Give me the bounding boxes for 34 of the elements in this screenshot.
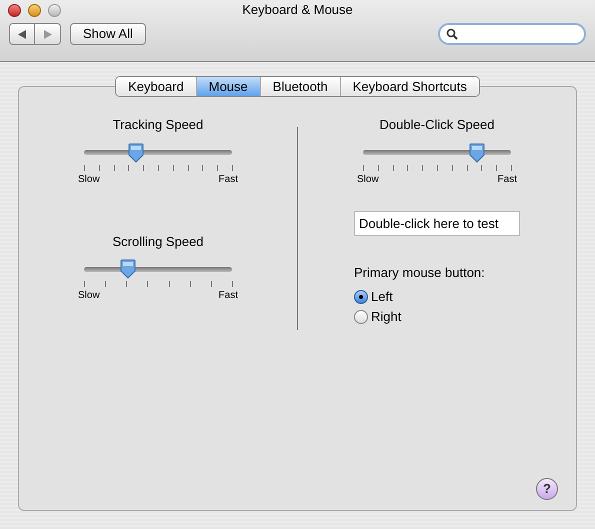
back-icon xyxy=(18,30,26,38)
help-button[interactable]: ? xyxy=(536,478,558,500)
slider-min-label: Slow xyxy=(78,172,100,186)
test-field[interactable]: Double-click here to test xyxy=(354,210,520,236)
tab[interactable]: Keyboard xyxy=(116,77,196,96)
tab[interactable]: Mouse xyxy=(196,77,260,96)
forward-button[interactable] xyxy=(35,23,61,45)
search-field[interactable] xyxy=(438,23,586,45)
slider-thumb[interactable] xyxy=(468,142,485,162)
slider-title: Scrolling Speed xyxy=(112,232,204,251)
minimize-button[interactable] xyxy=(28,4,41,16)
show-all-button[interactable]: Show All xyxy=(70,23,146,45)
slider-min-label: Slow xyxy=(78,289,100,303)
search-icon xyxy=(446,28,458,40)
slider-max-label: Fast xyxy=(498,172,517,186)
radio-label: Left xyxy=(371,288,393,306)
forward-icon xyxy=(44,30,52,38)
window-title: Keyboard & Mouse xyxy=(242,1,353,20)
slider-title: Double-Click Speed xyxy=(380,116,494,134)
radio-label: Right xyxy=(371,308,402,326)
slider-max-label: Fast xyxy=(218,172,238,186)
slider-max-label: Fast xyxy=(218,289,238,303)
close-button[interactable] xyxy=(8,4,21,16)
tab[interactable]: Keyboard Shortcuts xyxy=(340,77,479,96)
primary-button-label: Primary mouse button: xyxy=(354,264,486,282)
radio-button[interactable] xyxy=(354,310,368,324)
radio-button[interactable] xyxy=(354,290,368,304)
slider-thumb[interactable] xyxy=(128,142,144,162)
tab[interactable]: Bluetooth xyxy=(260,77,340,96)
slider-title: Tracking Speed xyxy=(112,116,204,134)
zoom-button[interactable] xyxy=(48,4,61,16)
slider-thumb[interactable] xyxy=(120,259,136,279)
back-button[interactable] xyxy=(9,23,35,45)
slider-min-label: Slow xyxy=(357,172,379,186)
